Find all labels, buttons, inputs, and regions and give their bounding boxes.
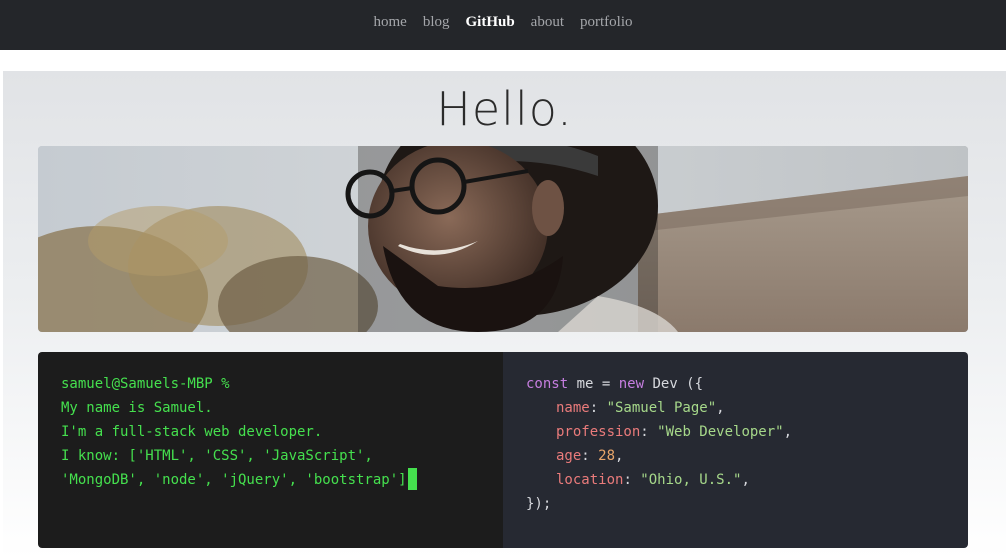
property-key: age: [556, 448, 582, 464]
code-line-property: profession: "Web Developer",: [526, 420, 968, 444]
code-editor: const me = new Dev ({ name: "Samuel Page…: [503, 352, 968, 548]
terminal-line-text: 'MongoDB', 'node', 'jQuery', 'bootstrap'…: [61, 472, 407, 488]
property-comma: ,: [741, 472, 750, 488]
code-line-property: name: "Samuel Page",: [526, 396, 968, 420]
nav-link-about[interactable]: about: [531, 14, 564, 31]
property-separator: :: [623, 472, 641, 488]
property-value: "Ohio, U.S.": [640, 472, 742, 488]
terminal-line-last: 'MongoDB', 'node', 'jQuery', 'bootstrap'…: [61, 468, 503, 492]
class-call: Dev ({: [644, 376, 704, 392]
code-line-closing: });: [526, 496, 552, 512]
terminal-window: samuel@Samuels-MBP % My name is Samuel. …: [38, 352, 503, 548]
property-key: name: [556, 400, 590, 416]
property-key: profession: [556, 424, 641, 440]
terminal-line: My name is Samuel.: [61, 400, 213, 416]
keyword-new: new: [618, 376, 645, 392]
hero-photo: [38, 146, 968, 332]
property-key: location: [556, 472, 624, 488]
nav-link-blog[interactable]: blog: [423, 14, 450, 31]
property-separator: :: [589, 400, 607, 416]
code-line-property: age: 28,: [526, 444, 968, 468]
code-line-declaration: const me = new Dev ({: [526, 372, 968, 396]
main-section: Hello. samuel@Samuels-MBP % My name is S…: [3, 71, 1006, 559]
property-separator: :: [581, 448, 599, 464]
terminal-line: I'm a full-stack web developer.: [61, 424, 323, 440]
property-value: "Web Developer": [657, 424, 784, 440]
property-value: "Samuel Page": [606, 400, 717, 416]
terminal-line: I know: ['HTML', 'CSS', 'JavaScript',: [61, 448, 373, 464]
nav-link-portfolio[interactable]: portfolio: [580, 14, 633, 31]
code-line-property: location: "Ohio, U.S.",: [526, 468, 968, 492]
keyword-const: const: [526, 376, 569, 392]
property-value: 28: [598, 448, 616, 464]
terminal-cursor: [407, 468, 417, 490]
property-comma: ,: [783, 424, 793, 440]
code-panel: samuel@Samuels-MBP % My name is Samuel. …: [38, 352, 968, 548]
variable-name: me =: [568, 376, 619, 392]
hello-heading: Hello.: [436, 82, 573, 136]
portrait-photo: [38, 146, 968, 332]
property-separator: :: [640, 424, 658, 440]
terminal-prompt: samuel@Samuels-MBP %: [61, 376, 230, 392]
nav-link-home[interactable]: home: [373, 14, 406, 31]
property-comma: ,: [716, 400, 725, 416]
nav-link-github[interactable]: GitHub: [465, 14, 514, 31]
top-navbar: home blog GitHub about portfolio: [0, 0, 1006, 50]
property-comma: ,: [615, 448, 624, 464]
